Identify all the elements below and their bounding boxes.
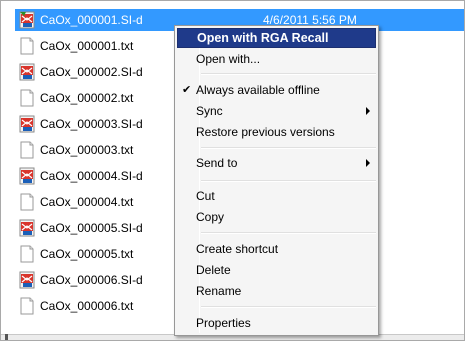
submenu-arrow-icon [366,107,370,115]
menu-item-delete[interactable]: Delete [177,260,376,280]
menu-item-open-with[interactable]: Open with... [177,49,376,69]
text-file-icon [19,245,35,263]
sid-file-icon [19,11,35,29]
submenu-arrow-icon [366,159,370,167]
menu-item-label: Open with RGA Recall [197,31,329,45]
menu-separator [201,73,376,75]
menu-item-label: Sync [196,104,223,118]
text-file-icon [19,193,35,211]
menu-item-label: Restore previous versions [196,125,335,139]
text-file-icon [19,141,35,159]
menu-item-copy[interactable]: Copy [177,207,376,227]
menu-item-open-with-rga-recall[interactable]: Open with RGA Recall [177,28,376,48]
menu-item-properties[interactable]: Properties [177,313,376,333]
text-file-icon [19,37,35,55]
menu-separator [201,147,376,149]
menu-item-label: Always available offline [196,83,320,97]
sid-file-icon [19,219,35,237]
text-file-icon [19,297,35,315]
menu-item-send-to[interactable]: Send to [177,153,376,173]
menu-item-restore-previous-versions[interactable]: Restore previous versions [177,122,376,142]
explorer-file-pane: CaOx_000001.SI-d 4/6/2011 5:56 PM CaOx_0… [0,0,465,341]
sid-file-icon [19,271,35,289]
sid-file-icon [19,63,35,81]
menu-item-label: Rename [196,284,242,298]
menu-item-label: Create shortcut [196,242,279,256]
menu-item-sync[interactable]: Sync [177,101,376,121]
menu-item-label: Properties [196,316,251,330]
menu-item-label: Delete [196,263,231,277]
menu-item-always-available-offline[interactable]: ✔ Always available offline [177,80,376,100]
context-menu: Open with RGA Recall Open with... ✔ Alwa… [174,25,379,336]
menu-item-cut[interactable]: Cut [177,186,376,206]
sid-file-icon [19,115,35,133]
text-file-icon [19,89,35,107]
menu-separator [201,306,376,308]
checkmark-icon: ✔ [182,84,192,96]
menu-item-label: Cut [196,189,215,203]
menu-item-rename[interactable]: Rename [177,281,376,301]
menu-separator [201,180,376,182]
menu-item-create-shortcut[interactable]: Create shortcut [177,239,376,259]
menu-separator [201,232,376,234]
menu-item-label: Open with... [196,52,261,66]
menu-item-label: Copy [196,210,225,224]
sid-file-icon [19,167,35,185]
scrollbar-thumb[interactable] [5,334,8,340]
menu-item-label: Send to [196,156,238,170]
